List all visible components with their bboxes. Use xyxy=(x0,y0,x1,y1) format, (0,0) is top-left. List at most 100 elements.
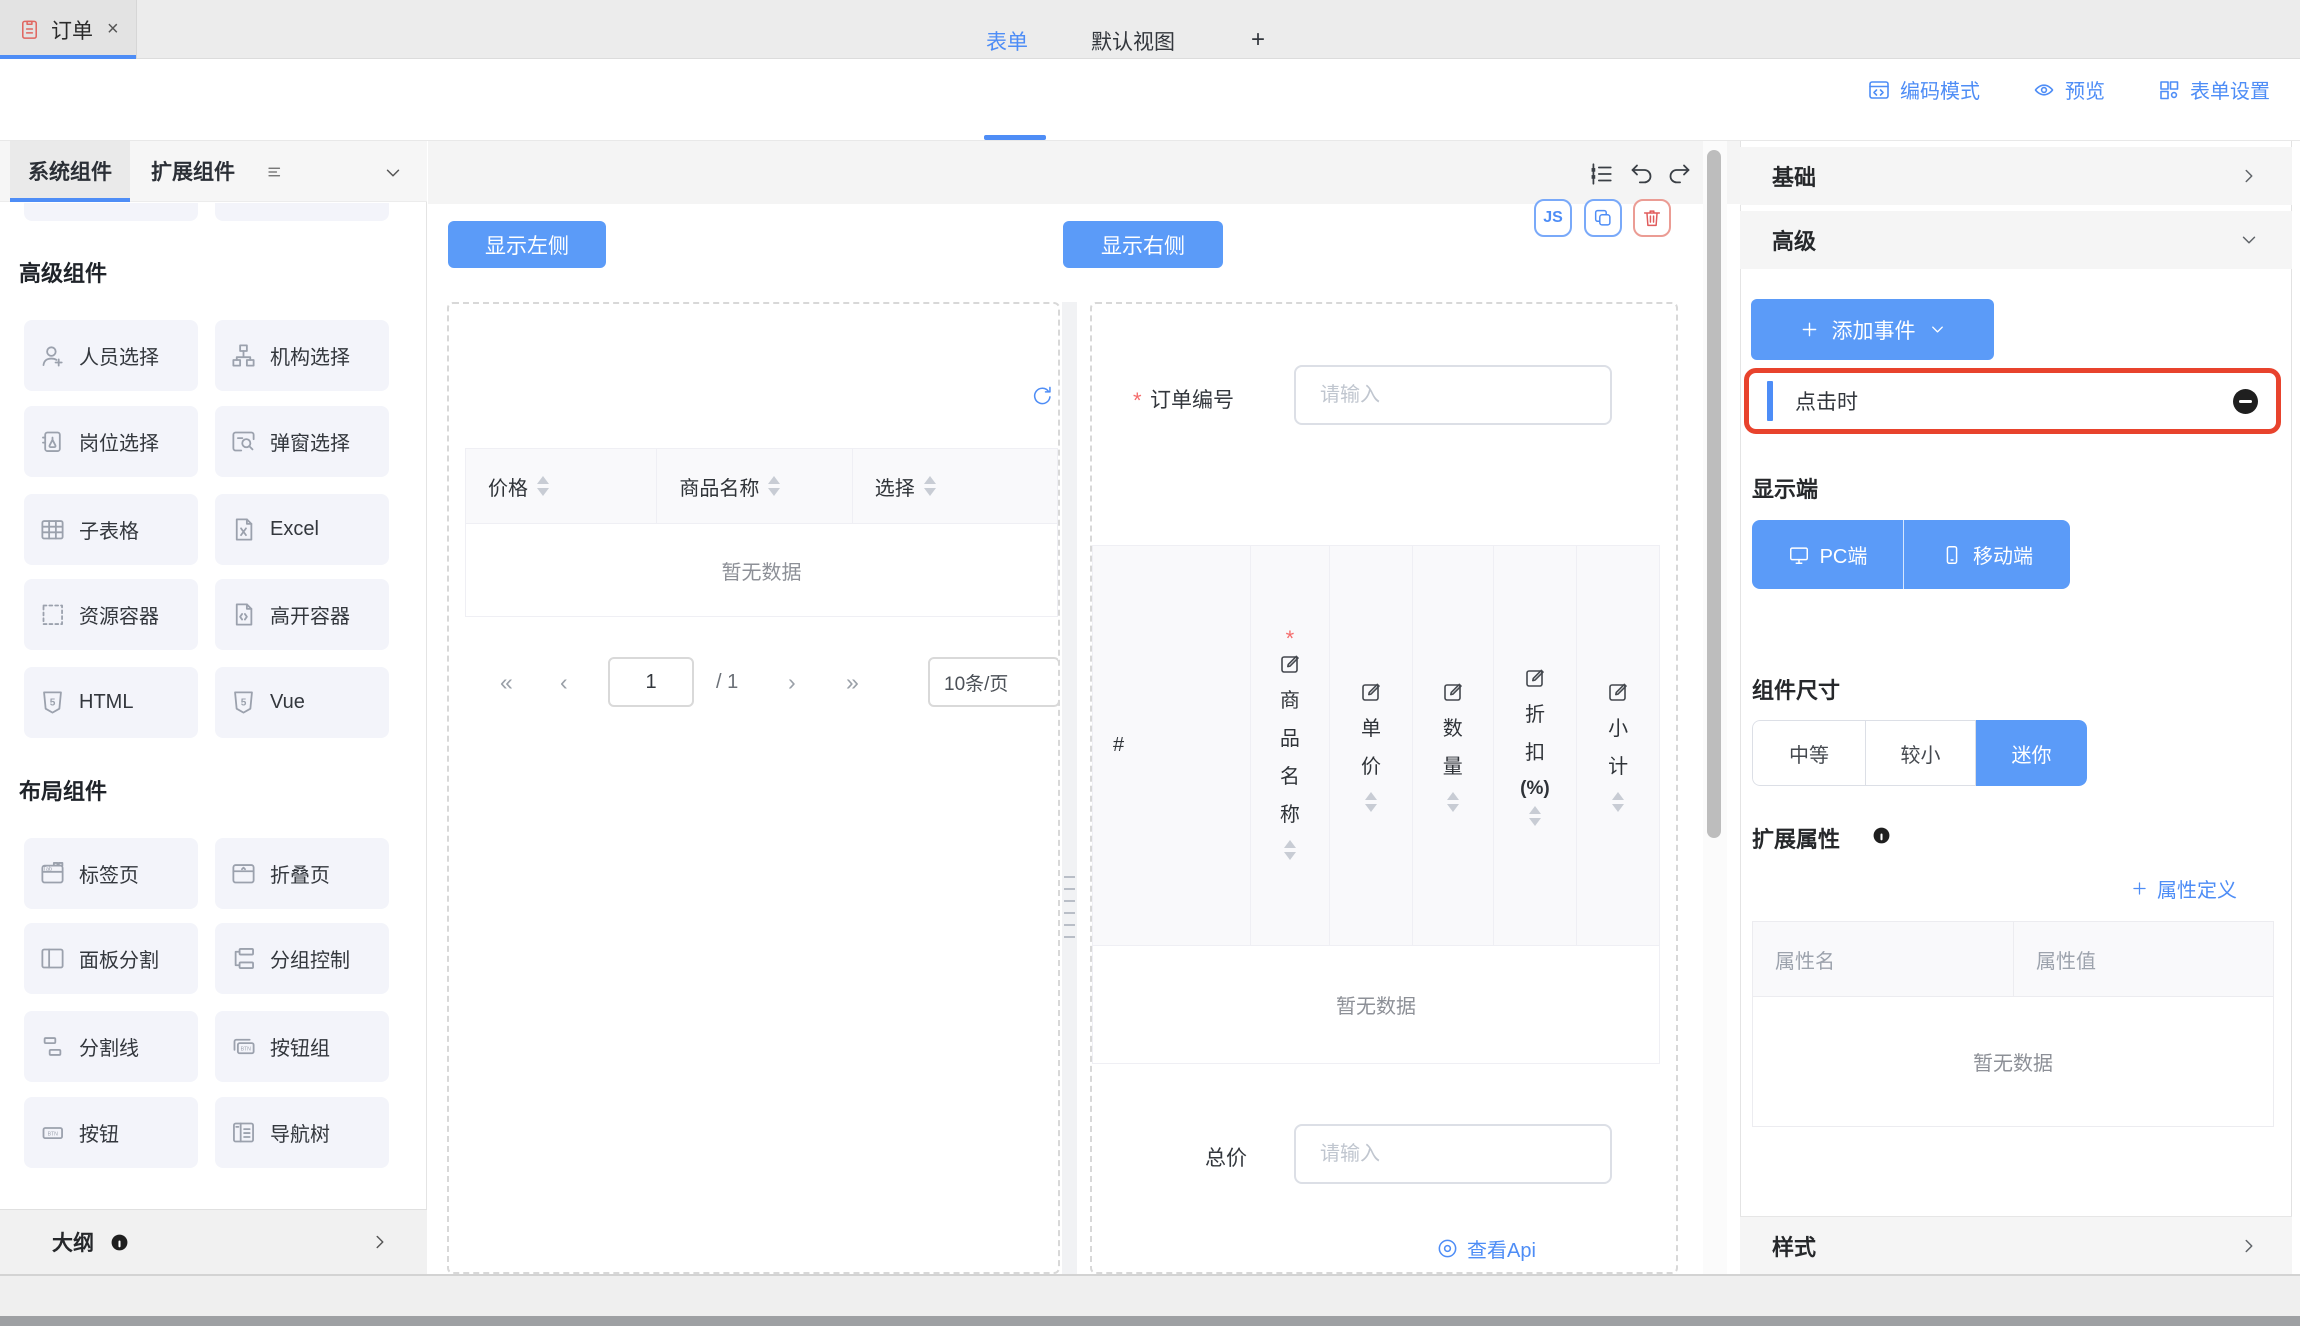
component-card-tabs[interactable]: Tab 标签页 xyxy=(24,838,198,909)
component-card-person-select[interactable]: 人员选择 xyxy=(24,320,198,391)
sort-icon[interactable] xyxy=(768,476,780,496)
edit-column-icon[interactable] xyxy=(1523,666,1547,690)
view-api-link[interactable]: 查看Api xyxy=(1436,1234,1536,1263)
show-left-button[interactable]: 显示左侧 xyxy=(448,221,606,268)
sort-icon[interactable] xyxy=(1529,806,1541,826)
column-header-quantity[interactable]: 数量 xyxy=(1413,546,1494,945)
sort-icon[interactable] xyxy=(1365,792,1377,812)
button-icon: BTN xyxy=(39,1119,66,1146)
display-mobile-button[interactable]: 移动端 xyxy=(1903,520,2070,589)
size-mini-button-selected[interactable]: 迷你 xyxy=(1976,720,2087,786)
form-settings-icon xyxy=(2157,78,2181,102)
column-header-product-name[interactable]: 商品名称 xyxy=(657,449,852,523)
component-card-panel-split[interactable]: 面板分割 xyxy=(24,923,198,994)
partial-card[interactable] xyxy=(24,203,198,221)
sidebar-tab-system[interactable]: 系统组件 xyxy=(10,141,130,201)
pagination-first-button[interactable]: « xyxy=(500,657,513,707)
inspector-left-border xyxy=(1740,141,1741,1274)
form-settings-button[interactable]: 表单设置 xyxy=(2157,75,2270,104)
sidebar-collapse-chevron-down-icon[interactable] xyxy=(382,162,404,184)
component-card-post-select[interactable]: 岗位选择 xyxy=(24,406,198,477)
order-no-input[interactable] xyxy=(1294,365,1612,425)
sort-icon[interactable] xyxy=(924,476,936,496)
edit-column-icon[interactable] xyxy=(1278,652,1302,676)
edit-column-icon[interactable] xyxy=(1359,680,1383,704)
component-card-button[interactable]: BTN 按钮 xyxy=(24,1097,198,1168)
column-header-price[interactable]: 价格 xyxy=(466,449,657,523)
component-card-excel[interactable]: Excel xyxy=(215,494,389,565)
pagination-next-button[interactable]: › xyxy=(788,657,796,707)
component-card-collapse[interactable]: 折叠页 xyxy=(215,838,389,909)
outline-chevron-right-icon[interactable] xyxy=(369,1231,391,1253)
sidebar-tab-extended[interactable]: 扩展组件 xyxy=(138,141,248,201)
plus-icon xyxy=(2130,879,2149,898)
attr-table-header: 属性名 属性值 xyxy=(1752,921,2274,996)
pagination-prev-button[interactable]: ‹ xyxy=(560,657,568,707)
column-header-subtotal[interactable]: 小计 xyxy=(1577,546,1659,945)
redo-icon[interactable] xyxy=(1666,161,1693,188)
edit-column-icon[interactable] xyxy=(1441,680,1465,704)
component-list-icon[interactable] xyxy=(266,163,284,181)
component-card-button-group[interactable]: BTN 按钮组 xyxy=(215,1011,389,1082)
component-card-nav-tree[interactable]: 导航树 xyxy=(215,1097,389,1168)
component-card-resource-container[interactable]: 资源容器 xyxy=(24,579,198,650)
refresh-icon[interactable] xyxy=(1030,384,1053,407)
inspector-scroll-gutter xyxy=(2291,141,2292,1274)
column-header-select[interactable]: 选择 xyxy=(853,449,1057,523)
tab-form[interactable]: 表单 xyxy=(986,26,1028,56)
code-mode-button[interactable]: 编码模式 xyxy=(1867,75,1980,104)
display-pc-button[interactable]: PC端 xyxy=(1752,520,1903,589)
remove-event-minus-icon[interactable] xyxy=(2233,389,2258,414)
preview-button[interactable]: 预览 xyxy=(2032,75,2105,104)
sort-icon[interactable] xyxy=(1612,792,1624,812)
splitter-drag-handle-icon[interactable] xyxy=(1064,876,1075,940)
button-group-icon: BTN xyxy=(230,1033,257,1060)
event-item-click-highlighted[interactable]: 点击时 xyxy=(1744,368,2281,434)
right-form-panel[interactable]: * 订单编号 # * 商品名称 单价 数量 xyxy=(1090,302,1678,1274)
tab-default-view[interactable]: 默认视图 xyxy=(1091,26,1175,56)
column-header-product-name[interactable]: * 商品名称 xyxy=(1251,546,1331,945)
panel-splitter[interactable] xyxy=(1062,302,1077,1274)
pagination-last-button[interactable]: » xyxy=(846,657,859,707)
component-card-popup-select[interactable]: 弹窗选择 xyxy=(215,406,389,477)
component-card-vue[interactable]: 5 Vue xyxy=(215,667,389,738)
component-card-group-control[interactable]: 分组控制 xyxy=(215,923,389,994)
copy-component-button[interactable] xyxy=(1584,199,1622,237)
tab-add-view[interactable]: + xyxy=(1251,26,1265,54)
total-price-input[interactable] xyxy=(1294,1124,1612,1184)
page-size-select[interactable]: 10条/页 xyxy=(928,657,1060,707)
pagination-page-input[interactable]: 1 xyxy=(608,657,694,707)
size-small-button[interactable]: 较小 xyxy=(1866,720,1976,786)
size-medium-button[interactable]: 中等 xyxy=(1752,720,1866,786)
add-event-button[interactable]: 添加事件 xyxy=(1751,299,1994,360)
close-tab-icon[interactable]: × xyxy=(107,18,119,41)
section-basic-row[interactable]: 基础 xyxy=(1740,147,2292,205)
column-header-discount[interactable]: 折扣 (%) xyxy=(1494,546,1578,945)
sort-icon[interactable] xyxy=(1284,840,1296,860)
component-card-org-select[interactable]: 机构选择 xyxy=(215,320,389,391)
open-document-tab[interactable]: 订单 × xyxy=(0,0,137,59)
nav-tree-icon xyxy=(230,1119,257,1146)
component-card-code-container[interactable]: 高开容器 xyxy=(215,579,389,650)
delete-component-button[interactable] xyxy=(1633,199,1671,237)
attr-define-link[interactable]: 属性定义 xyxy=(2130,874,2237,903)
component-card-divider[interactable]: 分割线 xyxy=(24,1011,198,1082)
field-control-icon[interactable] xyxy=(1588,161,1614,187)
outline-toggle-bar[interactable]: 大纲 xyxy=(0,1209,427,1274)
section-style-row[interactable]: 样式 xyxy=(1740,1216,2292,1274)
post-badge-icon xyxy=(39,428,66,455)
partial-card[interactable] xyxy=(215,203,389,221)
undo-icon[interactable] xyxy=(1628,161,1655,188)
js-action-button[interactable]: JS xyxy=(1534,199,1572,237)
canvas-scrollbar-thumb[interactable] xyxy=(1707,150,1721,838)
column-header-unit-price[interactable]: 单价 xyxy=(1330,546,1413,945)
sort-icon[interactable] xyxy=(1447,792,1459,812)
left-form-panel[interactable]: 价格 商品名称 选择 暂无数据 « ‹ 1 / 1 › » 10条/页 xyxy=(447,302,1060,1274)
header-actions: 编码模式 预览 表单设置 xyxy=(1830,75,2270,104)
sort-icon[interactable] xyxy=(537,476,549,496)
component-card-html[interactable]: 5 HTML xyxy=(24,667,198,738)
component-card-sub-table[interactable]: 子表格 xyxy=(24,494,198,565)
show-right-button[interactable]: 显示右侧 xyxy=(1063,221,1223,268)
edit-column-icon[interactable] xyxy=(1606,680,1630,704)
section-advanced-row[interactable]: 高级 xyxy=(1740,211,2292,269)
